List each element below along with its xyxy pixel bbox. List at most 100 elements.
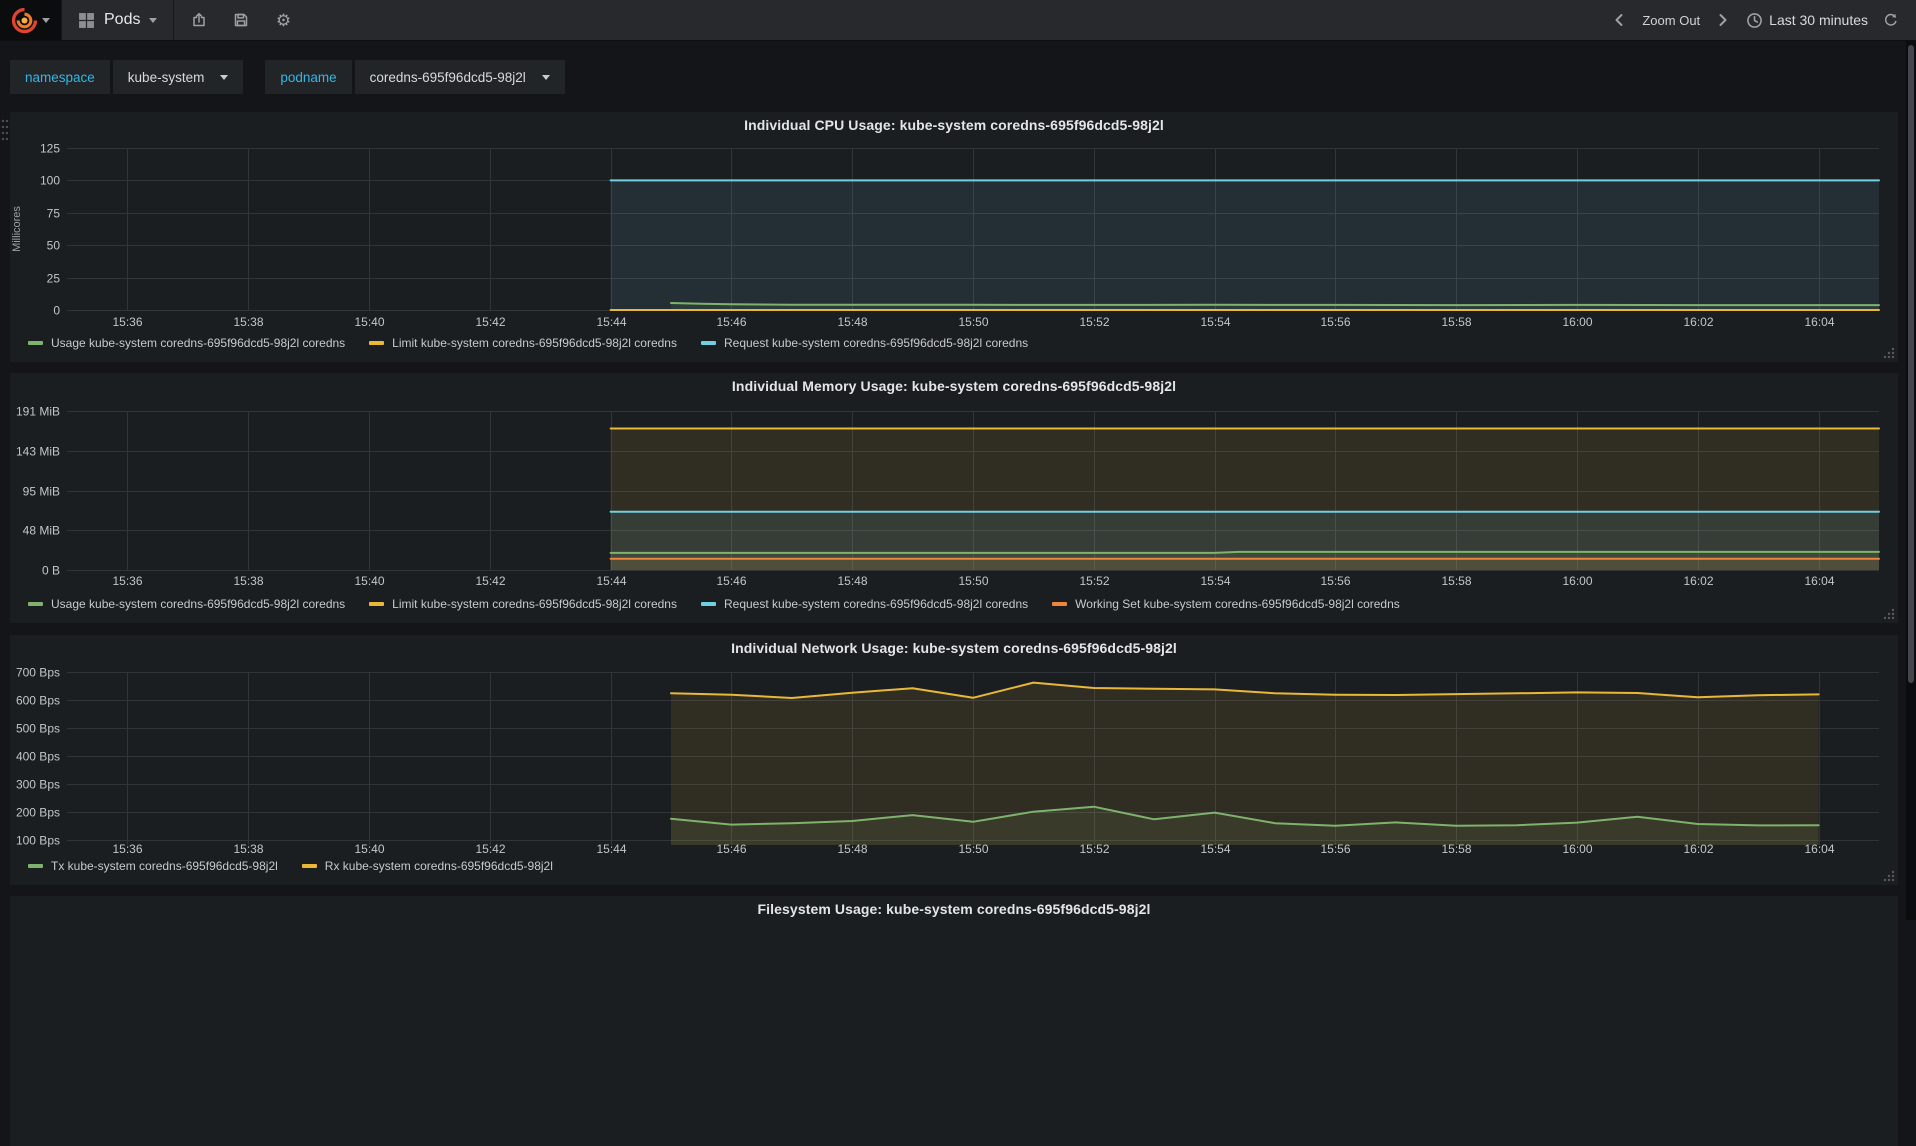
legend-color-swatch	[301, 864, 317, 868]
variable-podname: podname coredns-695f96dcd5-98j2l	[265, 60, 565, 94]
panel-drag-handle[interactable]	[0, 116, 9, 144]
svg-text:15:44: 15:44	[596, 315, 626, 329]
svg-text:500 Bps: 500 Bps	[16, 722, 60, 736]
cpu-chart-legend: Usage kube-system coredns-695f96dcd5-98j…	[28, 336, 1028, 350]
svg-text:16:04: 16:04	[1804, 574, 1834, 588]
svg-text:0 B: 0 B	[42, 564, 60, 578]
scrollbar-thumb[interactable]	[1908, 45, 1914, 683]
panel-resize-grip[interactable]	[1882, 607, 1895, 620]
svg-text:15:54: 15:54	[1200, 574, 1230, 588]
navbar-actions: ⚙	[174, 0, 308, 40]
svg-text:15:46: 15:46	[716, 315, 746, 329]
time-controls: Zoom Out Last 30 minutes	[1608, 0, 1916, 40]
svg-text:15:56: 15:56	[1320, 315, 1350, 329]
svg-text:15:46: 15:46	[716, 574, 746, 588]
legend-item-limit[interactable]: Limit kube-system coredns-695f96dcd5-98j…	[369, 336, 677, 350]
variable-podname-value[interactable]: coredns-695f96dcd5-98j2l	[354, 60, 565, 94]
legend-item-limit[interactable]: Limit kube-system coredns-695f96dcd5-98j…	[369, 597, 677, 611]
legend-label: Request kube-system coredns-695f96dcd5-9…	[723, 336, 1029, 350]
svg-text:15:56: 15:56	[1320, 574, 1350, 588]
variable-namespace-value[interactable]: kube-system	[112, 60, 244, 94]
svg-text:15:36: 15:36	[112, 574, 142, 588]
scrollbar-track[interactable]	[1906, 41, 1916, 920]
chevron-down-icon	[220, 74, 229, 80]
svg-text:15:44: 15:44	[596, 842, 626, 856]
legend-item-rx[interactable]: Rx kube-system coredns-695f96dcd5-98j2l	[301, 859, 553, 873]
svg-text:15:36: 15:36	[112, 315, 142, 329]
variable-namespace: namespace kube-system	[10, 60, 244, 94]
legend-color-swatch	[28, 341, 43, 345]
svg-text:15:42: 15:42	[475, 574, 505, 588]
save-icon	[235, 13, 248, 27]
svg-text:Millicores: Millicores	[11, 206, 23, 252]
share-icon	[193, 12, 206, 27]
svg-text:15:38: 15:38	[233, 842, 263, 856]
time-range-label: Last 30 minutes	[1769, 12, 1868, 28]
dashboard-title: Pods	[104, 11, 141, 28]
legend-color-swatch	[700, 602, 716, 606]
dashboard-grid-icon	[79, 12, 94, 28]
svg-text:16:02: 16:02	[1683, 574, 1713, 588]
legend-item-request[interactable]: Request kube-system coredns-695f96dcd5-9…	[700, 597, 1028, 611]
clock-icon	[1747, 12, 1763, 28]
legend-item-usage[interactable]: Usage kube-system coredns-695f96dcd5-98j…	[28, 597, 345, 611]
svg-text:15:44: 15:44	[596, 574, 626, 588]
svg-text:125: 125	[40, 142, 60, 156]
panel-resize-grip[interactable]	[1882, 869, 1895, 882]
svg-text:15:36: 15:36	[112, 842, 142, 856]
panel-filesystem-usage: Filesystem Usage: kube-system coredns-69…	[10, 896, 1898, 1146]
svg-text:75: 75	[47, 207, 61, 221]
panel-resize-grip[interactable]	[1882, 346, 1895, 359]
svg-text:15:48: 15:48	[837, 315, 867, 329]
variable-podname-label[interactable]: podname	[265, 60, 352, 94]
legend-label: Usage kube-system coredns-695f96dcd5-98j…	[51, 336, 346, 350]
legend-item-tx[interactable]: Tx kube-system coredns-695f96dcd5-98j2l	[28, 859, 278, 873]
svg-text:15:42: 15:42	[475, 842, 505, 856]
svg-text:15:54: 15:54	[1200, 315, 1230, 329]
legend-label: Tx kube-system coredns-695f96dcd5-98j2l	[51, 859, 278, 873]
memory-chart-legend: Usage kube-system coredns-695f96dcd5-98j…	[28, 597, 1400, 611]
template-variables: namespace kube-system podname coredns-69…	[10, 60, 587, 94]
legend-color-swatch	[28, 864, 43, 868]
svg-text:15:40: 15:40	[354, 842, 384, 856]
memory-usage-chart[interactable]: 15:36 15:38 15:40 15:42 15:44 15:46 15:48 15:50…	[10, 373, 1898, 623]
variable-namespace-label[interactable]: namespace	[10, 60, 110, 94]
zoom-out-button[interactable]: Zoom Out	[1642, 13, 1700, 28]
svg-text:15:52: 15:52	[1079, 574, 1109, 588]
svg-text:191 MiB: 191 MiB	[16, 405, 60, 419]
svg-text:25: 25	[47, 272, 61, 286]
grafana-logo-menu[interactable]	[0, 0, 62, 40]
time-range-picker[interactable]: Last 30 minutes	[1746, 12, 1868, 29]
legend-label: Rx kube-system coredns-695f96dcd5-98j2l	[324, 859, 553, 873]
svg-text:16:02: 16:02	[1683, 315, 1713, 329]
chevron-left-icon	[1615, 14, 1623, 26]
svg-text:400 Bps: 400 Bps	[16, 750, 60, 764]
chevron-right-icon	[1719, 14, 1727, 26]
time-back-button[interactable]	[1608, 9, 1630, 31]
legend-color-swatch	[1052, 602, 1068, 606]
refresh-button[interactable]	[1880, 9, 1902, 31]
network-usage-chart[interactable]: 15:36 15:38 15:40 15:42 15:44 15:46 15:48 15:50…	[10, 635, 1898, 885]
save-button[interactable]	[230, 9, 252, 31]
chevron-down-icon	[42, 17, 50, 23]
legend-color-swatch	[700, 341, 716, 345]
svg-text:15:50: 15:50	[958, 315, 988, 329]
cpu-usage-chart[interactable]: 15:36 15:38 15:40 15:42 15:44 15:46 15:48 15:50…	[10, 112, 1898, 362]
svg-text:16:00: 16:00	[1562, 315, 1592, 329]
svg-text:50: 50	[47, 239, 61, 253]
panel-title[interactable]: Filesystem Usage: kube-system coredns-69…	[10, 901, 1898, 917]
svg-text:300 Bps: 300 Bps	[16, 778, 60, 792]
legend-label: Limit kube-system coredns-695f96dcd5-98j…	[392, 336, 677, 350]
svg-text:15:38: 15:38	[233, 574, 263, 588]
dashboard-picker[interactable]: Pods	[62, 0, 175, 40]
legend-item-request[interactable]: Request kube-system coredns-695f96dcd5-9…	[700, 336, 1029, 350]
svg-text:700 Bps: 700 Bps	[16, 666, 60, 680]
time-forward-button[interactable]	[1712, 9, 1734, 31]
navbar: Pods ⚙ Zoom Out Last 30 minutes	[0, 0, 1916, 41]
svg-text:15:58: 15:58	[1441, 315, 1471, 329]
legend-item-usage[interactable]: Usage kube-system coredns-695f96dcd5-98j…	[28, 336, 345, 350]
panel-cpu-usage: Individual CPU Usage: kube-system coredn…	[10, 112, 1898, 362]
legend-item-working-set[interactable]: Working Set kube-system coredns-695f96dc…	[1052, 597, 1400, 611]
settings-button[interactable]: ⚙	[272, 9, 294, 31]
share-button[interactable]	[188, 9, 210, 31]
